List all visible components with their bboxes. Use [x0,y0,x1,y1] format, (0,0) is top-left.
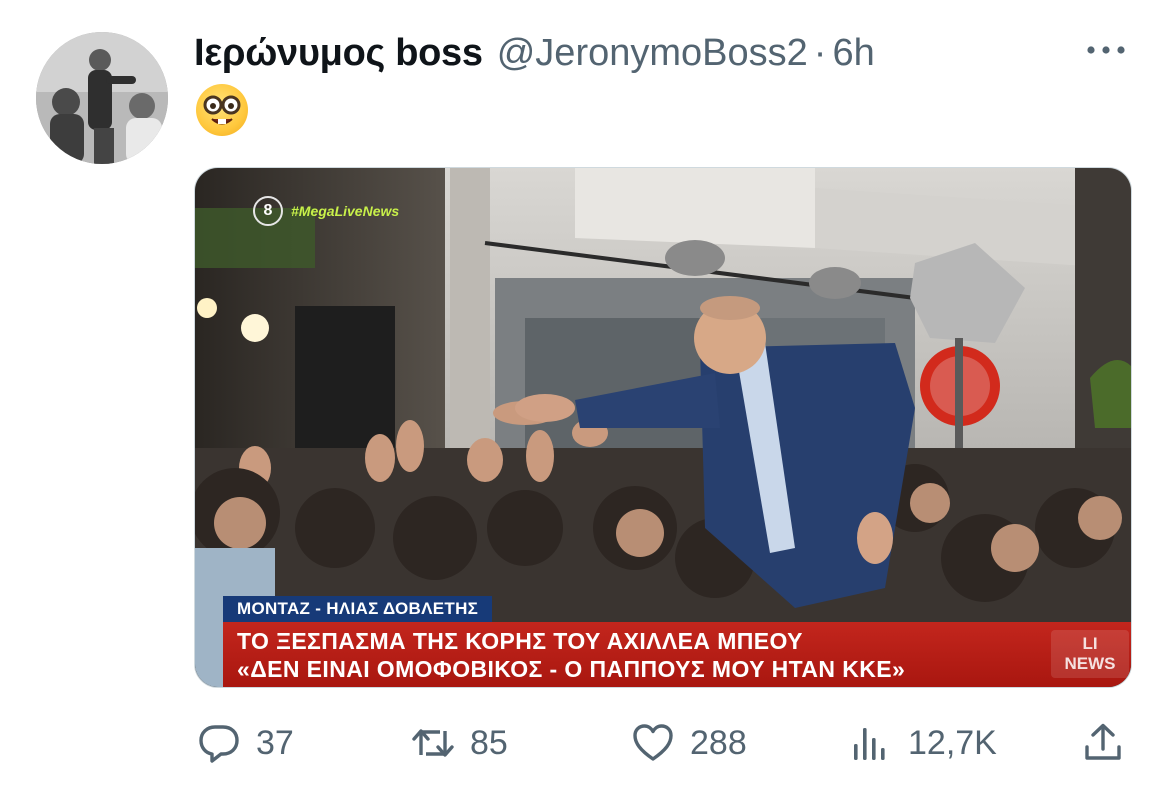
share-button[interactable] [1080,720,1126,766]
tweet-header: Ιερώνυμος boss @JeronymoBoss2 · 6h [194,28,875,78]
tweet-time[interactable]: 6h [832,32,874,75]
user-handle[interactable]: @JeronymoBoss2 [497,32,808,75]
retweet-button[interactable]: 85 [410,720,508,766]
live-news-top: LI [1082,634,1098,653]
reply-button[interactable]: 37 [196,720,294,766]
headline-banner: ΤΟ ΞΕΣΠΑΣΜΑ ΤΗΣ ΚΟΡΗΣ ΤΟΥ ΑΧΙΛΛΕΑ ΜΠΕΟΥ … [223,622,1131,687]
reply-count: 37 [256,723,294,762]
live-news-logo: LI NEWS [1051,630,1129,678]
tweet-text [196,84,248,138]
like-button[interactable]: 288 [630,720,747,766]
retweet-icon [412,729,454,757]
headline-line-2: «ΔΕΝ ΕΙΝΑΙ ΟΜΟΦΟΒΙΚΟΣ - Ο ΠΑΠΠΟΥΣ ΜΟΥ ΗΤ… [237,656,906,682]
channel-logo: 8 #MegaLiveNews [253,196,399,226]
reply-icon [199,725,239,763]
retweet-count: 85 [470,723,508,762]
live-news-bottom: NEWS [1064,654,1116,673]
views-chart-icon [854,728,885,760]
more-dots-icon[interactable] [1084,40,1128,60]
credit-caption: ΜΟΝΤΑΖ - ΗΛΙΑΣ ΔΟΒΛΕΤΗΣ [223,596,493,622]
share-upload-icon [1085,723,1121,760]
headline-line-1: ΤΟ ΞΕΣΠΑΣΜΑ ΤΗΣ ΚΟΡΗΣ ΤΟΥ ΑΧΙΛΛΕΑ ΜΠΕΟΥ [237,628,803,654]
heart-icon [633,724,673,761]
channel-number: 8 [253,196,283,226]
views-button[interactable]: 12,7K [848,720,997,766]
header-separator: · [813,31,827,74]
avatar-photo [36,32,168,164]
channel-hashtag: #MegaLiveNews [291,203,400,219]
tweet-media-image[interactable]: 8 #MegaLiveNews ΜΟΝΤΑΖ - ΗΛΙΑΣ ΔΟΒΛΕΤΗΣ … [194,167,1132,688]
user-avatar[interactable] [36,32,168,164]
like-count: 288 [690,723,747,762]
display-name[interactable]: Ιερώνυμος boss [194,32,483,75]
nerd-face-emoji [196,84,248,136]
tweet-action-bar: 37 85 288 12,7K [0,712,1170,772]
views-count: 12,7K [908,723,997,762]
